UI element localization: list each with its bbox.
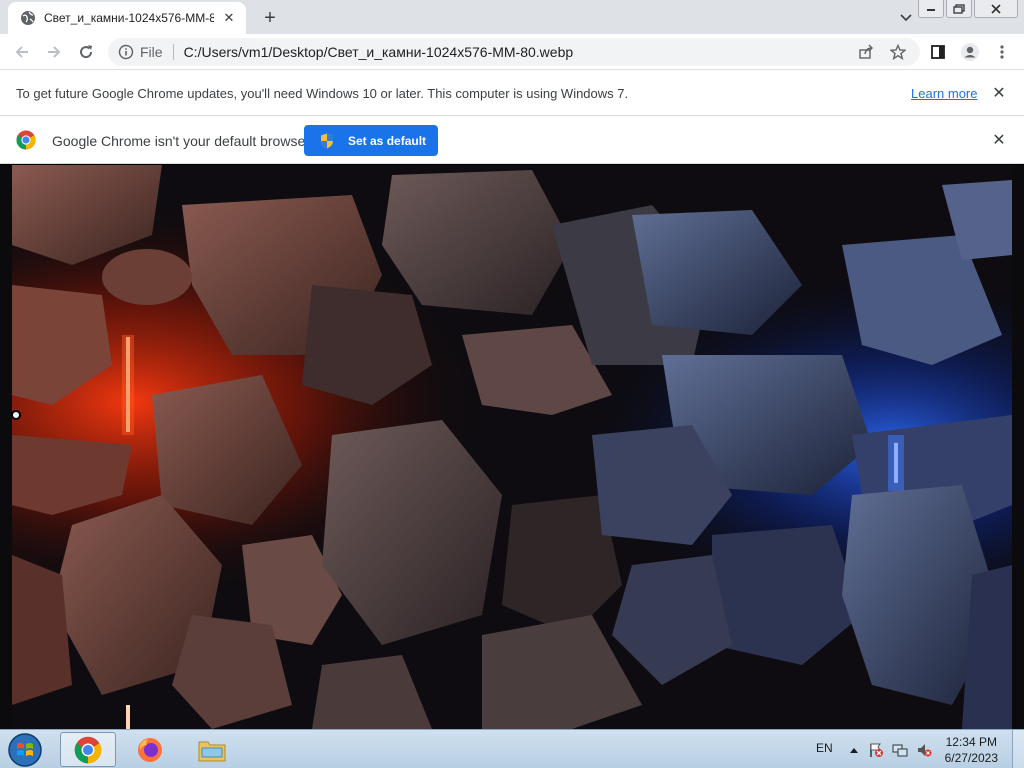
url-text[interactable]: C:/Users/vm1/Desktop/Свет_и_камни-1024x5… xyxy=(184,44,574,60)
browser-toolbar: File C:/Users/vm1/Desktop/Свет_и_камни-1… xyxy=(0,34,1024,70)
back-icon[interactable] xyxy=(10,40,34,64)
globe-icon xyxy=(21,11,35,25)
folder-icon xyxy=(198,741,226,761)
minimize-button[interactable] xyxy=(918,0,944,18)
chrome-logo-icon xyxy=(16,130,36,150)
glowing-stones-image xyxy=(12,165,1012,729)
taskbar-firefox[interactable] xyxy=(122,732,178,767)
update-message: To get future Google Chrome updates, you… xyxy=(16,86,629,101)
restore-button[interactable] xyxy=(946,0,972,18)
set-as-default-label: Set as default xyxy=(348,133,427,148)
forward-icon[interactable] xyxy=(42,40,66,64)
chrome-icon xyxy=(74,736,102,763)
tab-strip: Свет_и_камни-1024x576-MM-80.webp ✕ + xyxy=(0,0,1024,34)
taskbar-chrome[interactable] xyxy=(60,732,116,767)
taskbar: EN 12:34 PM 6/27/2023 xyxy=(0,729,1024,768)
firefox-icon xyxy=(138,737,162,762)
stones-artwork xyxy=(12,165,1012,729)
tab-title: Свет_и_камни-1024x576-MM-80.webp xyxy=(44,11,214,25)
uac-shield-icon xyxy=(321,133,333,148)
side-panel-icon[interactable] xyxy=(926,40,950,64)
close-icon[interactable]: ✕ xyxy=(990,131,1008,149)
clock-date: 6/27/2023 xyxy=(944,751,998,765)
show-desktop-button[interactable] xyxy=(1012,730,1024,768)
close-window-button[interactable] xyxy=(974,0,1018,18)
update-infobar: To get future Google Chrome updates, you… xyxy=(0,70,1024,116)
new-tab-button[interactable]: + xyxy=(258,6,282,30)
clock[interactable]: 12:34 PM 6/27/2023 xyxy=(945,734,998,766)
volume-muted-icon[interactable] xyxy=(916,742,932,758)
windows-start-icon xyxy=(8,733,42,767)
screen: Свет_и_камни-1024x576-MM-80.webp ✕ + xyxy=(0,0,1024,768)
set-as-default-button[interactable]: Set as default xyxy=(304,125,438,156)
show-hidden-icons-icon[interactable] xyxy=(846,742,862,758)
tab-search-icon[interactable] xyxy=(896,8,916,28)
network-icon[interactable] xyxy=(892,742,908,758)
page-content xyxy=(0,165,1024,729)
reload-icon[interactable] xyxy=(74,40,98,64)
info-icon[interactable] xyxy=(118,44,134,60)
window-controls xyxy=(916,0,1018,18)
action-center-flag-icon[interactable] xyxy=(868,742,884,758)
mouse-cursor xyxy=(11,410,21,420)
clock-time: 12:34 PM xyxy=(945,735,997,749)
profile-avatar-icon[interactable] xyxy=(958,40,982,64)
bookmark-star-icon[interactable] xyxy=(886,40,910,64)
system-tray: EN 12:34 PM 6/27/2023 xyxy=(764,730,1024,768)
divider xyxy=(172,44,174,60)
tab-close-icon[interactable]: ✕ xyxy=(220,9,238,27)
share-icon[interactable] xyxy=(854,40,878,64)
close-icon[interactable]: ✕ xyxy=(990,84,1008,102)
language-indicator[interactable]: EN xyxy=(816,741,833,755)
start-button[interactable] xyxy=(4,731,46,768)
tab-active[interactable]: Свет_и_камни-1024x576-MM-80.webp ✕ xyxy=(8,2,246,34)
menu-kebab-icon[interactable] xyxy=(990,40,1014,64)
default-browser-infobar: Google Chrome isn't your default browser… xyxy=(0,116,1024,164)
learn-more-link[interactable]: Learn more xyxy=(911,86,977,101)
taskbar-file-explorer[interactable] xyxy=(184,732,240,767)
default-browser-message: Google Chrome isn't your default browser xyxy=(52,133,310,149)
url-scheme-label: File xyxy=(140,44,163,60)
address-bar[interactable]: File C:/Users/vm1/Desktop/Свет_и_камни-1… xyxy=(108,38,920,66)
